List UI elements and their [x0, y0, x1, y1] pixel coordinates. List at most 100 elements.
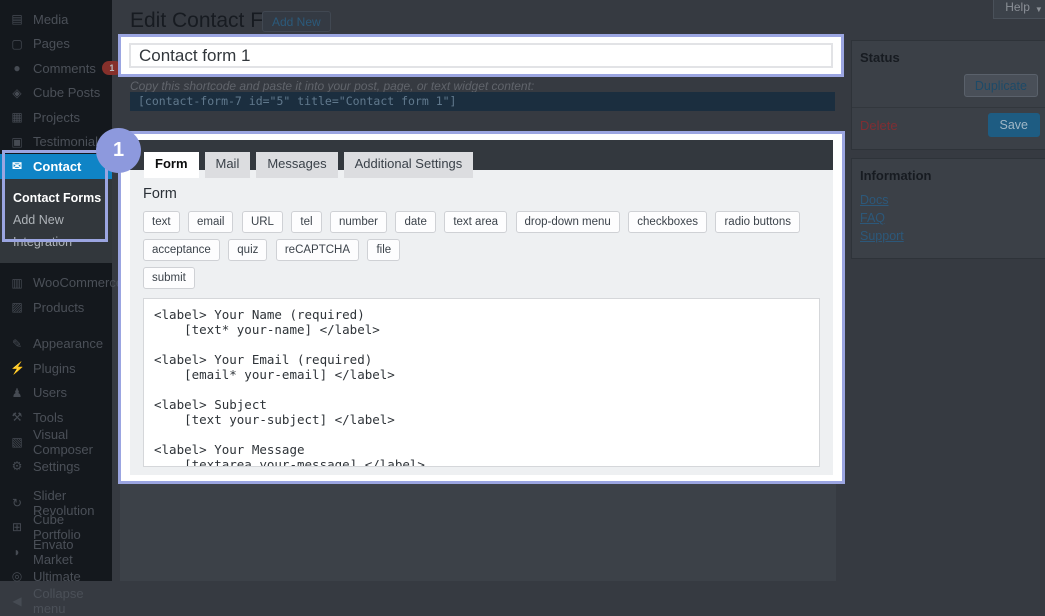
tools-icon: ⚒: [10, 410, 24, 424]
testimonial-icon: ▣: [10, 135, 24, 149]
submenu-item-contact-forms[interactable]: Contact Forms: [0, 187, 112, 209]
sidebar-item-products[interactable]: ▨ Products: [0, 295, 112, 320]
annotation-step-1-badge: 1: [96, 128, 141, 173]
tag-button-quiz[interactable]: quiz: [228, 239, 267, 261]
collapse-arrow-icon: ◀: [10, 594, 24, 608]
information-links: Docs FAQ Support: [852, 183, 1045, 243]
envato-leaf-icon: ◗: [10, 545, 24, 559]
help-button[interactable]: Help ▼: [993, 0, 1045, 19]
sidebar-item-label: Settings: [33, 459, 80, 474]
sidebar-item-appearance[interactable]: ✎ Appearance: [0, 332, 112, 357]
media-icon: ▤: [10, 12, 24, 26]
sidebar-item-contact[interactable]: ✉ Contact: [0, 154, 112, 179]
highlight-box-form-title: [118, 34, 844, 77]
tag-button-radio-buttons[interactable]: radio buttons: [715, 211, 800, 233]
duplicate-button[interactable]: Duplicate: [964, 74, 1038, 97]
sidebar-item-label: Pages: [33, 36, 70, 51]
sidebar-item-label: Envato Market: [33, 537, 112, 567]
tab-form[interactable]: Form: [144, 152, 199, 178]
tag-buttons-row-2: submit: [130, 267, 833, 295]
add-new-button[interactable]: Add New: [262, 11, 331, 32]
help-label: Help: [1005, 0, 1030, 14]
tab-messages[interactable]: Messages: [256, 152, 337, 178]
tag-button-checkboxes[interactable]: checkboxes: [628, 211, 707, 233]
tag-button-drop-down-menu[interactable]: drop-down menu: [516, 211, 620, 233]
submenu-item-integration[interactable]: Integration: [0, 231, 112, 253]
shortcode-hint: Copy this shortcode and paste it into yo…: [130, 79, 534, 93]
sidebar-item-plugins[interactable]: ⚡ Plugins: [0, 356, 112, 381]
dimmed-postbox-area: [120, 484, 836, 581]
delete-link[interactable]: Delete: [860, 118, 898, 133]
sidebar-item-label: Products: [33, 300, 84, 315]
save-button[interactable]: Save: [988, 113, 1041, 137]
editor-tabbar: Form Mail Messages Additional Settings: [130, 140, 833, 170]
sidebar-item-users[interactable]: ♟ Users: [0, 381, 112, 406]
comments-icon: ●: [10, 61, 24, 75]
sidebar-item-label: Plugins: [33, 361, 76, 376]
tag-button-date[interactable]: date: [395, 211, 435, 233]
portfolio-icon: ▦: [10, 110, 24, 124]
sidebar-item-label: Cube Posts: [33, 85, 100, 100]
tag-button-tel[interactable]: tel: [291, 211, 321, 233]
plugin-icon: ⚡: [10, 361, 24, 375]
docs-link[interactable]: Docs: [860, 193, 888, 207]
tag-button-url[interactable]: URL: [242, 211, 283, 233]
tag-button-file[interactable]: file: [367, 239, 400, 261]
sidebar-item-pages[interactable]: ▢ Pages: [0, 32, 112, 57]
sidebar-item-visual-composer[interactable]: ▧ Visual Composer: [0, 430, 112, 455]
contact-submenu: Contact Forms Add New Integration: [0, 179, 112, 263]
faq-link[interactable]: FAQ: [860, 211, 885, 225]
tag-button-acceptance[interactable]: acceptance: [143, 239, 220, 261]
sidebar-item-media[interactable]: ▤ Media: [0, 7, 112, 32]
woocommerce-icon: ▥: [10, 276, 24, 290]
information-metabox: Information Docs FAQ Support: [851, 158, 1045, 259]
form-editor-textarea[interactable]: <label> Your Name (required) [text* your…: [143, 298, 820, 467]
pages-icon: ▢: [10, 37, 24, 51]
sidebar-item-label: Visual Composer: [33, 427, 112, 457]
sidebar-item-collapse-menu[interactable]: ◀ Collapse menu: [0, 589, 112, 614]
tag-button-submit[interactable]: submit: [143, 267, 195, 289]
pushpin-icon: ◈: [10, 86, 24, 100]
tab-mail[interactable]: Mail: [205, 152, 251, 178]
form-title-input[interactable]: [129, 43, 833, 68]
brush-icon: ✎: [10, 337, 24, 351]
tag-buttons-row-1: text email URL tel number date text area…: [130, 211, 833, 267]
sidebar-item-label: WooCommerce: [33, 275, 123, 290]
highlight-box-form-editor: Form Mail Messages Additional Settings F…: [118, 131, 845, 484]
sidebar-item-projects[interactable]: ▦ Projects: [0, 105, 112, 130]
rotate-icon: ↻: [10, 496, 24, 510]
status-title: Status: [852, 41, 1045, 65]
shield-icon: ◎: [10, 569, 24, 583]
sidebar-item-label: Contact: [33, 159, 81, 174]
tag-button-recaptcha[interactable]: reCAPTCHA: [276, 239, 359, 261]
shortcode-field[interactable]: [contact-form-7 id="5" title="Contact fo…: [130, 92, 835, 111]
sidebar-item-settings[interactable]: ⚙ Settings: [0, 454, 112, 479]
gear-icon: ⚙: [10, 459, 24, 473]
tag-button-text[interactable]: text: [143, 211, 180, 233]
sidebar-item-label: Collapse menu: [33, 586, 112, 616]
divider: [852, 107, 1045, 108]
information-title: Information: [852, 159, 1045, 183]
form-tab-panel: Form text email URL tel number date text…: [130, 170, 833, 475]
visual-composer-icon: ▧: [10, 435, 24, 449]
sidebar-item-label: Appearance: [33, 336, 103, 351]
tag-button-email[interactable]: email: [188, 211, 233, 233]
tag-button-text-area[interactable]: text area: [444, 211, 507, 233]
envelope-icon: ✉: [10, 159, 24, 173]
tag-button-number[interactable]: number: [330, 211, 387, 233]
sidebar-item-cube-posts[interactable]: ◈ Cube Posts: [0, 81, 112, 106]
submenu-item-add-new[interactable]: Add New: [0, 209, 112, 231]
chevron-down-icon: ▼: [1035, 5, 1043, 14]
sidebar-item-woocommerce[interactable]: ▥ WooCommerce: [0, 271, 112, 296]
status-metabox: Status Duplicate Delete Save: [851, 40, 1045, 150]
support-link[interactable]: Support: [860, 229, 904, 243]
sidebar-item-label: Comments: [33, 61, 96, 76]
sidebar-item-comments[interactable]: ● Comments 1: [0, 56, 112, 81]
products-icon: ▨: [10, 300, 24, 314]
sidebar-item-label: Ultimate: [33, 569, 81, 584]
sidebar-item-envato-market[interactable]: ◗ Envato Market: [0, 540, 112, 565]
admin-sidebar: ▤ Media ▢ Pages ● Comments 1 ◈ Cube Post…: [0, 0, 112, 581]
tab-additional-settings[interactable]: Additional Settings: [344, 152, 474, 178]
user-icon: ♟: [10, 386, 24, 400]
sidebar-item-label: Users: [33, 385, 67, 400]
